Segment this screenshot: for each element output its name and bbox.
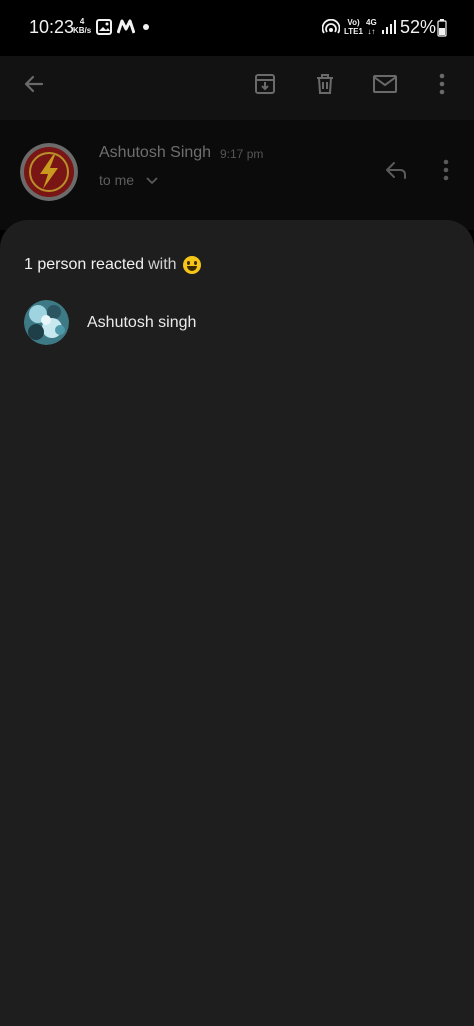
mark-unread-icon [373,75,397,93]
reactions-summary: 1 person reacted with [24,256,201,274]
reply-button[interactable] [380,154,412,186]
network-speed-value: 4 [79,17,85,26]
back-button[interactable] [18,68,50,100]
back-arrow-icon [24,75,44,93]
mark-unread-button[interactable] [369,68,401,100]
flash-logo-icon [20,143,78,201]
notification-dot [143,24,149,30]
reactions-with-label: with [148,256,177,273]
sender-avatar[interactable] [20,143,78,201]
reactor-list-item[interactable]: Ashutosh singh [24,300,196,345]
network-type: 4G ↓↑ [366,18,377,36]
status-bar: 10:23 4 KB/s Vo) LTE1 4G ↓↑ 52% [0,0,474,56]
recipient-label: to me [99,172,135,188]
delete-icon [317,74,333,94]
reactions-count: 1 person reacted [24,256,145,273]
sender-name: Ashutosh Singh [99,144,212,161]
myntra-icon [117,19,135,34]
reactor-name: Ashutosh singh [87,313,197,331]
battery-percent: 52% [400,17,437,37]
chevron-down-icon [146,177,158,185]
delete-button[interactable] [309,68,341,100]
signal-icon [382,20,396,34]
hotspot-icon [322,19,340,34]
status-time: 10:23 [29,17,75,37]
grinning-face-emoji-icon [182,256,201,274]
email-time: 9:17 pm [220,147,264,161]
reply-icon [386,162,406,179]
network-speed-unit: KB/s [73,26,92,35]
volte-label: Vo) [347,18,360,27]
archive-icon [255,74,275,94]
email-more-button[interactable] [434,154,458,186]
lte-label: LTE1 [344,27,363,36]
data-arrows-icon: ↓↑ [367,27,376,36]
avatar-photo-icon [24,300,69,345]
battery-icon [437,19,447,37]
gallery-icon [96,19,112,35]
more-vert-icon [439,73,445,95]
recipient-toggle[interactable]: to me [99,172,158,188]
more-options-button[interactable] [428,68,456,100]
network-type-label: 4G [366,18,377,27]
reactions-sheet: 1 person reacted with Ashutosh singh [0,220,474,1026]
network-speed: 4 KB/s [73,17,91,35]
reactor-avatar [24,300,69,345]
volte-indicator: Vo) LTE1 [344,18,363,36]
app-bar [0,56,474,120]
more-vert-icon [443,159,449,181]
archive-button[interactable] [249,68,281,100]
